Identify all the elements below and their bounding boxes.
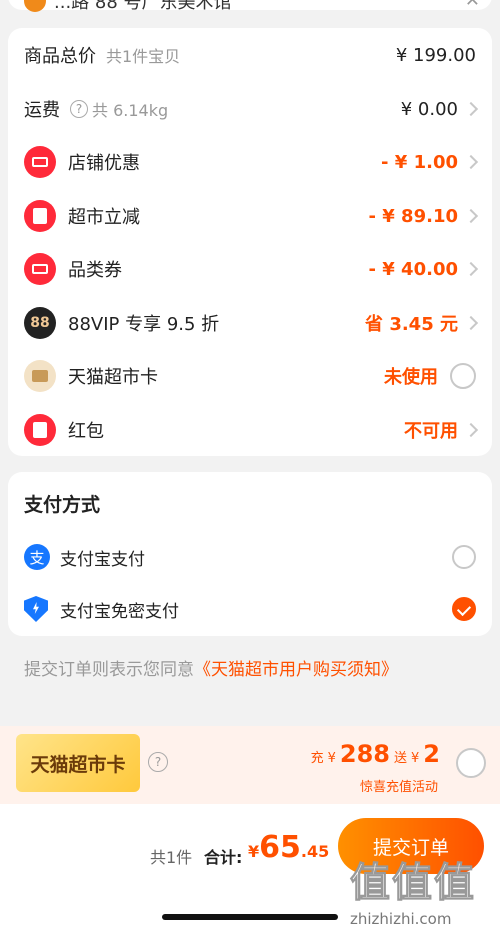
location-icon <box>24 0 46 12</box>
help-icon[interactable]: ? <box>148 752 168 772</box>
total-integer: 65 <box>259 830 301 865</box>
total-label: 合计: <box>204 848 243 867</box>
shield-lightning-icon <box>24 596 48 622</box>
red-packet-status: 不可用 <box>404 421 458 442</box>
category-coupon-value: - ¥ 40.00 <box>368 258 458 280</box>
charge-amount: 288 <box>339 740 390 768</box>
vip-88-icon: 88 <box>24 307 56 339</box>
gift-amount: 2 <box>423 740 440 768</box>
category-coupon-label: 品类券 <box>68 260 122 281</box>
order-summary-card: 商品总价 共1件宝贝 ¥ 199.00 运费 ? 共 6.14kg ¥ 0.00… <box>8 28 492 456</box>
chevron-right-icon <box>463 208 479 224</box>
payment-title: 支付方式 <box>24 494 101 516</box>
alipay-icon: 支 <box>24 544 50 570</box>
shipping-value: ¥ 0.00 <box>400 98 458 120</box>
promo-radio[interactable] <box>456 748 486 778</box>
row-tmall-card[interactable]: 天猫超市卡 未使用 <box>24 349 476 403</box>
chevron-right-icon <box>463 422 479 438</box>
coupon-icon <box>24 253 56 285</box>
row-goods-total: 商品总价 共1件宝贝 ¥ 199.00 <box>24 28 476 82</box>
address-fragment[interactable]: ...路 88 号广东美术馆 <box>24 0 232 14</box>
chevron-right-icon <box>463 101 479 117</box>
shipping-label: 运费 <box>24 100 60 121</box>
agreement-link[interactable]: 《天猫超市用户购买须知》 <box>194 660 398 680</box>
shipping-weight: 共 6.14kg <box>92 101 169 120</box>
store-discount-label: 店铺优惠 <box>68 153 140 174</box>
gift-label: 送 <box>394 751 408 766</box>
alipay-label: 支付宝支付 <box>60 549 145 570</box>
close-icon[interactable]: ✕ <box>465 0 480 11</box>
row-shipping[interactable]: 运费 ? 共 6.14kg ¥ 0.00 <box>24 82 479 136</box>
tmall-card-badge: 天猫超市卡 <box>16 734 140 792</box>
alipay-nopwd-radio[interactable] <box>452 597 476 621</box>
chevron-right-icon <box>463 315 479 331</box>
pay-option-alipay-nopwd[interactable]: 支付宝免密支付 <box>24 586 476 632</box>
red-packet-icon <box>24 414 56 446</box>
chevron-right-icon <box>463 261 479 277</box>
row-store-discount[interactable]: 店铺优惠 - ¥ 1.00 <box>24 135 479 189</box>
promo-subtitle: 惊喜充值活动 <box>359 780 438 795</box>
tmall-card-radio[interactable] <box>450 363 476 389</box>
vip-saving: 省 3.45 元 <box>365 314 458 335</box>
payment-card: 支付方式 支 支付宝支付 支付宝免密支付 <box>8 472 492 636</box>
yen-symbol: ¥ <box>327 751 336 766</box>
goods-count: 共1件宝贝 <box>106 47 181 66</box>
watermark-glyphs: 值值值 <box>350 860 476 907</box>
recharge-offer: 充 ¥ 288 送 ¥ 2 <box>311 740 440 768</box>
market-discount-value: - ¥ 89.10 <box>368 205 458 227</box>
row-red-packet[interactable]: 红包 不可用 <box>24 403 479 457</box>
vip-label: 88VIP 专享 9.5 折 <box>68 314 220 335</box>
charge-label: 充 <box>310 751 324 766</box>
instant-discount-icon <box>24 200 56 232</box>
tmall-card-label: 天猫超市卡 <box>68 367 158 388</box>
recharge-promo[interactable]: 天猫超市卡 ? 充 ¥ 288 送 ¥ 2 惊喜充值活动 <box>0 726 500 804</box>
alipay-nopwd-label: 支付宝免密支付 <box>60 601 179 622</box>
watermark: 值值值 zhizhizhi.com <box>350 850 500 932</box>
tmall-card-status: 未使用 <box>384 367 438 388</box>
agreement-prefix: 提交订单则表示您同意 <box>24 660 194 680</box>
yen-symbol: ¥ <box>411 751 420 766</box>
home-indicator[interactable] <box>162 914 338 920</box>
total-yen: ¥ <box>248 842 260 861</box>
market-discount-label: 超市立减 <box>68 207 140 228</box>
total-decimal: .45 <box>300 842 330 861</box>
row-88vip[interactable]: 88 88VIP 专享 9.5 折 省 3.45 元 <box>24 296 479 350</box>
help-icon[interactable]: ? <box>70 100 88 118</box>
goods-total-label: 商品总价 <box>24 46 96 67</box>
chevron-right-icon <box>463 154 479 170</box>
coupon-icon <box>24 146 56 178</box>
goods-total-value: ¥ 199.00 <box>395 44 476 66</box>
alipay-radio[interactable] <box>452 545 476 569</box>
total-amount: ¥65.45 <box>248 830 329 865</box>
item-count: 共1件 <box>150 848 193 867</box>
red-packet-label: 红包 <box>68 421 104 442</box>
address-text: ...路 88 号广东美术馆 <box>54 0 232 13</box>
watermark-site: zhizhizhi.com <box>350 910 452 928</box>
row-market-discount[interactable]: 超市立减 - ¥ 89.10 <box>24 189 479 243</box>
pay-option-alipay[interactable]: 支 支付宝支付 <box>24 534 476 580</box>
store-discount-value: - ¥ 1.00 <box>381 151 458 173</box>
card-icon <box>24 360 56 392</box>
row-category-coupon[interactable]: 品类券 - ¥ 40.00 <box>24 242 479 296</box>
agreement-text: 提交订单则表示您同意《天猫超市用户购买须知》 <box>24 655 398 680</box>
